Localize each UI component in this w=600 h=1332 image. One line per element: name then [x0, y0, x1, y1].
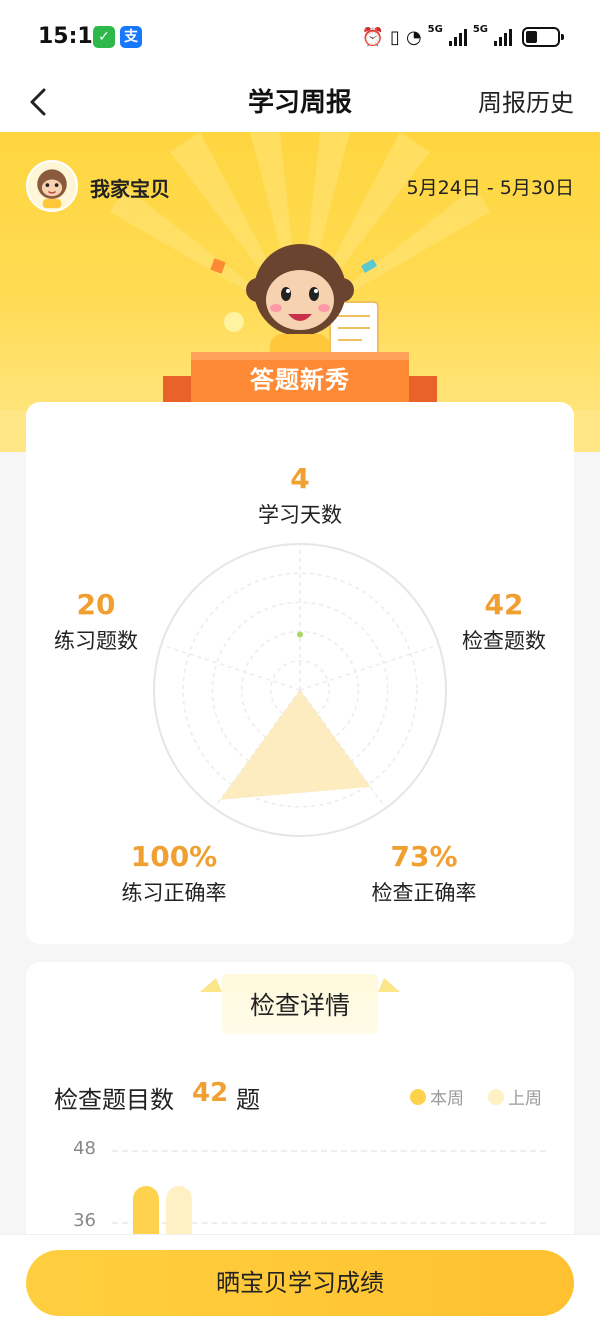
legend-last-week: 上周 — [488, 1084, 542, 1109]
grid-line — [112, 1150, 546, 1152]
stat-study-days: 4 学习天数 — [240, 462, 360, 529]
radar-spoke — [299, 644, 440, 691]
radar-point — [297, 631, 303, 638]
y-tick-label: 48 — [73, 1138, 96, 1159]
nav-bar: 学习周报 周报历史 — [0, 72, 600, 132]
stat-value: 100% — [130, 840, 218, 873]
legend-label: 上周 — [508, 1089, 542, 1109]
signal-icon — [494, 28, 512, 46]
signal-icon — [448, 28, 467, 46]
legend-label: 本周 — [430, 1089, 464, 1109]
check-count-label: 检查题目数 — [54, 1086, 174, 1114]
avatar[interactable] — [26, 160, 78, 212]
wifi-icon: ◔ — [405, 26, 422, 48]
status-icons: ⏰ ▯ ◔ 5G 5G — [361, 24, 564, 50]
legend-this-week: 本周 — [410, 1084, 464, 1109]
wechat-icon: ✓ — [93, 26, 115, 48]
tab-ear-decoration — [378, 978, 400, 992]
network-label: 5G — [427, 24, 443, 35]
stats-card: 4 学习天数 20 练习题数 42 检查题数 100% 练习正确率 73% 检查… — [26, 402, 574, 944]
check-count-value: 42 — [192, 1078, 229, 1108]
child-name: 我家宝贝 — [90, 177, 170, 201]
stat-practice-count: 20 练习题数 — [36, 588, 156, 655]
legend-dot — [410, 1088, 426, 1105]
stat-value: 4 — [290, 462, 310, 495]
date-range: 5月24日 - 5月30日 — [406, 177, 574, 199]
check-detail-title: 检查详情 — [249, 991, 350, 1020]
battery-icon — [522, 27, 564, 47]
stat-value: 20 — [76, 588, 116, 621]
stat-label: 检查题数 — [462, 629, 546, 653]
status-bar: 15:15 ✓ 支 ⏰ ▯ ◔ 5G 5G — [0, 0, 600, 72]
stat-label: 练习正确率 — [121, 881, 227, 905]
radar-area — [220, 634, 371, 800]
stat-practice-accuracy: 100% 练习正确率 — [104, 840, 244, 907]
alipay-icon: 支 — [120, 26, 142, 48]
vibrate-icon: ▯ — [390, 26, 400, 48]
stat-check-count: 42 检查题数 — [444, 588, 564, 655]
stat-value: 73% — [390, 840, 458, 873]
legend-dot — [488, 1088, 504, 1105]
radar-chart — [153, 543, 447, 837]
y-tick-label: 36 — [73, 1210, 96, 1231]
tab-ear-decoration — [200, 978, 222, 992]
radar-spoke — [160, 644, 301, 691]
badge-title: 答题新秀 — [250, 366, 350, 394]
stat-check-accuracy: 73% 检查正确率 — [354, 840, 494, 907]
stat-label: 练习题数 — [54, 629, 138, 653]
stat-label: 学习天数 — [258, 503, 342, 527]
stat-value: 42 — [484, 588, 524, 621]
check-count-unit: 题 — [236, 1086, 260, 1114]
share-score-button[interactable]: 晒宝贝学习成绩 — [26, 1250, 574, 1316]
network-label: 5G — [472, 24, 488, 35]
history-link[interactable]: 周报历史 — [478, 83, 574, 118]
stat-label: 检查正确率 — [371, 881, 477, 905]
alarm-icon: ⏰ — [361, 26, 385, 48]
